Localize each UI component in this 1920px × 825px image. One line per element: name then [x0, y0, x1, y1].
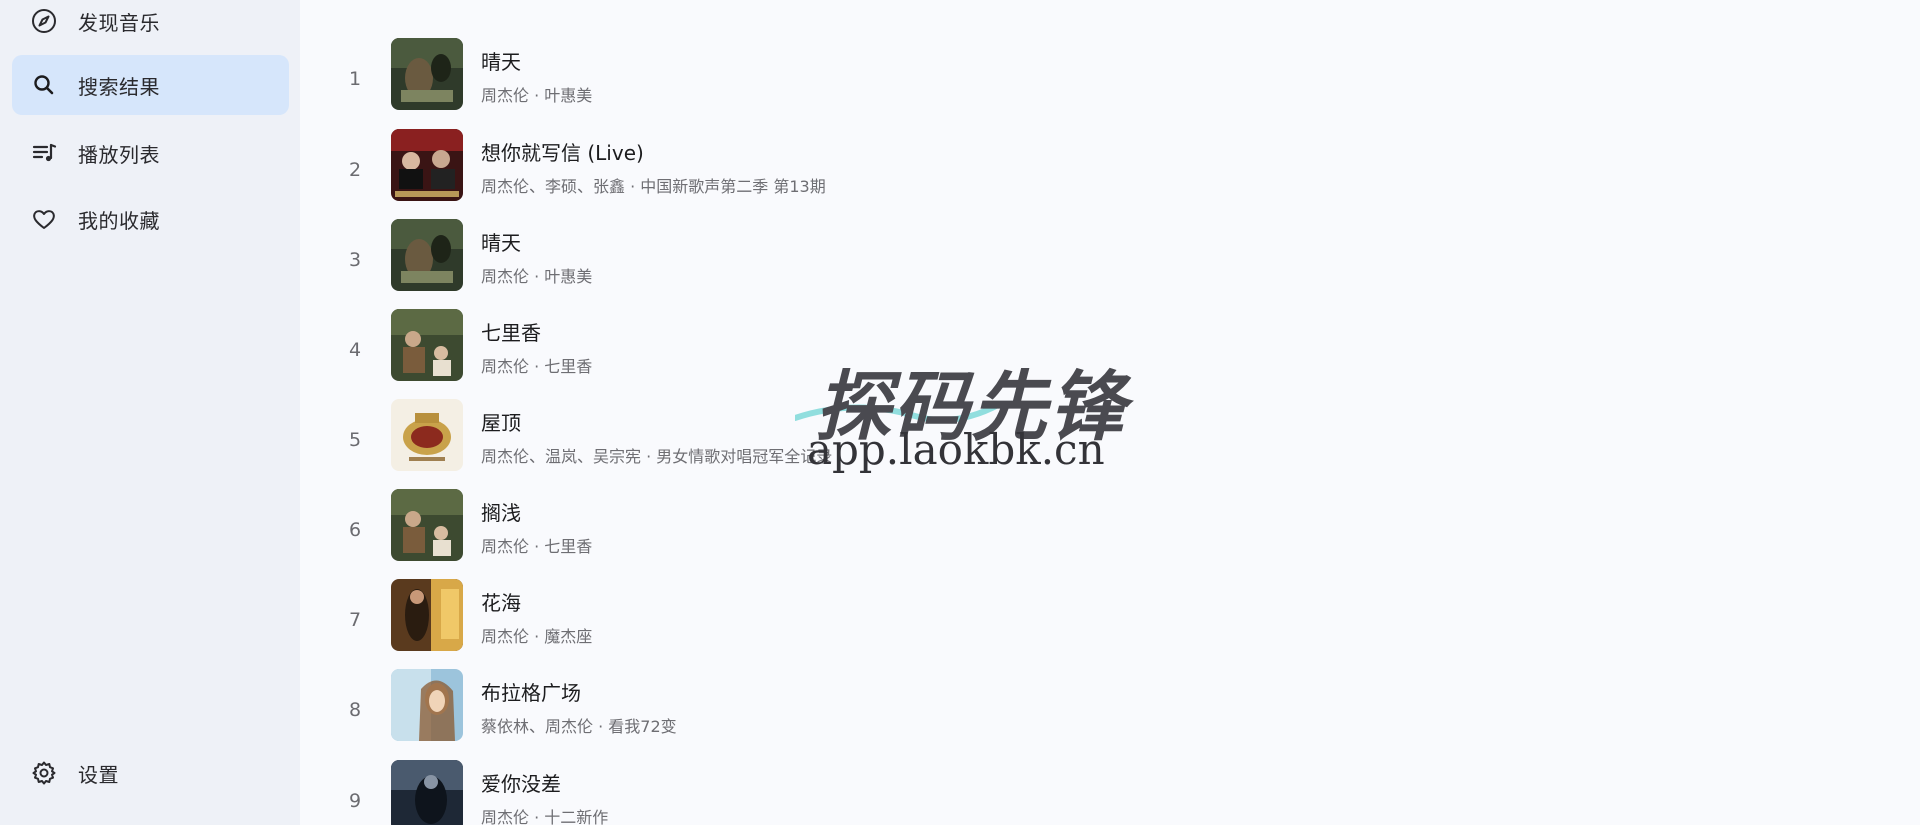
- song-row[interactable]: 6 搁浅 周杰伦 · 七里香: [300, 489, 1920, 579]
- song-artist-album: 蔡依林、周杰伦 · 看我72变: [481, 717, 677, 736]
- song-artist-album: 周杰伦、李硕、张鑫 · 中国新歌声第二季 第13期: [481, 177, 826, 196]
- sidebar-item-label: 发现音乐: [78, 10, 160, 35]
- song-index: 9: [348, 790, 362, 812]
- song-row[interactable]: 8 布拉格广场 蔡依林、周杰伦 · 看我72变: [300, 669, 1920, 759]
- search-results-list: 1 晴天 周杰伦 · 叶惠美 2 想你就写信 (Live) 周杰伦、李硕、张鑫 …: [300, 0, 1920, 825]
- sidebar-item-search-results[interactable]: 搜索结果: [12, 55, 289, 115]
- search-icon: [30, 71, 58, 99]
- song-artist-album: 周杰伦 · 七里香: [481, 357, 593, 376]
- song-title: 晴天: [481, 50, 521, 74]
- song-title: 花海: [481, 591, 521, 615]
- sidebar-item-label: 搜索结果: [78, 74, 160, 99]
- song-title: 搁浅: [481, 501, 521, 525]
- song-title: 想你就写信 (Live): [481, 141, 644, 165]
- song-index: 2: [348, 159, 362, 181]
- song-artist-album: 周杰伦 · 七里香: [481, 537, 593, 556]
- song-row[interactable]: 4 七里香 周杰伦 · 七里香: [300, 309, 1920, 399]
- sidebar-item-label: 播放列表: [78, 142, 160, 167]
- song-title: 晴天: [481, 231, 521, 255]
- song-artist-album: 周杰伦 · 魔杰座: [481, 627, 593, 646]
- playlist-icon: [30, 139, 58, 167]
- sidebar-item-settings[interactable]: 设置: [12, 743, 289, 803]
- song-index: 1: [348, 68, 362, 90]
- album-cover: [391, 669, 463, 741]
- sidebar: 发现音乐 搜索结果 播放列表 我的收藏 设置: [0, 0, 300, 825]
- song-index: 3: [348, 249, 362, 271]
- song-artist-album: 周杰伦 · 叶惠美: [481, 267, 593, 286]
- song-index: 7: [348, 609, 362, 631]
- album-cover: [391, 399, 463, 471]
- song-artist-album: 周杰伦 · 十二新作: [481, 808, 609, 825]
- music-app-window: 发现音乐 搜索结果 播放列表 我的收藏 设置 1 晴天 周杰伦 · 叶惠美 2 …: [0, 0, 1920, 825]
- song-row[interactable]: 2 想你就写信 (Live) 周杰伦、李硕、张鑫 · 中国新歌声第二季 第13期: [300, 129, 1920, 219]
- song-index: 6: [348, 519, 362, 541]
- song-index: 8: [348, 699, 362, 721]
- settings-label: 设置: [78, 762, 119, 787]
- song-index: 4: [348, 339, 362, 361]
- gear-icon: [30, 759, 58, 787]
- song-row[interactable]: 1 晴天 周杰伦 · 叶惠美: [300, 38, 1920, 128]
- sidebar-item-favorites[interactable]: 我的收藏: [12, 189, 289, 249]
- heart-icon: [30, 205, 58, 233]
- song-title: 爱你没差: [481, 772, 561, 796]
- song-title: 布拉格广场: [481, 681, 581, 705]
- album-cover: [391, 579, 463, 651]
- song-title: 七里香: [481, 321, 541, 345]
- song-row[interactable]: 3 晴天 周杰伦 · 叶惠美: [300, 219, 1920, 309]
- sidebar-item-discover-music[interactable]: 发现音乐: [12, 0, 289, 51]
- album-cover: [391, 309, 463, 381]
- album-cover: [391, 489, 463, 561]
- album-cover: [391, 38, 463, 110]
- song-row[interactable]: 7 花海 周杰伦 · 魔杰座: [300, 579, 1920, 669]
- song-artist-album: 周杰伦 · 叶惠美: [481, 86, 593, 105]
- album-cover: [391, 129, 463, 201]
- song-title: 屋顶: [481, 411, 521, 435]
- sidebar-item-label: 我的收藏: [78, 208, 160, 233]
- song-artist-album: 周杰伦、温岚、吴宗宪 · 男女情歌对唱冠军全记录: [481, 447, 833, 466]
- album-cover: [391, 219, 463, 291]
- sidebar-item-playlist[interactable]: 播放列表: [12, 123, 289, 183]
- album-cover: [391, 760, 463, 825]
- song-row[interactable]: 5 屋顶 周杰伦、温岚、吴宗宪 · 男女情歌对唱冠军全记录: [300, 399, 1920, 489]
- song-row[interactable]: 9 爱你没差 周杰伦 · 十二新作: [300, 760, 1920, 825]
- compass-icon: [30, 7, 58, 35]
- song-index: 5: [348, 429, 362, 451]
